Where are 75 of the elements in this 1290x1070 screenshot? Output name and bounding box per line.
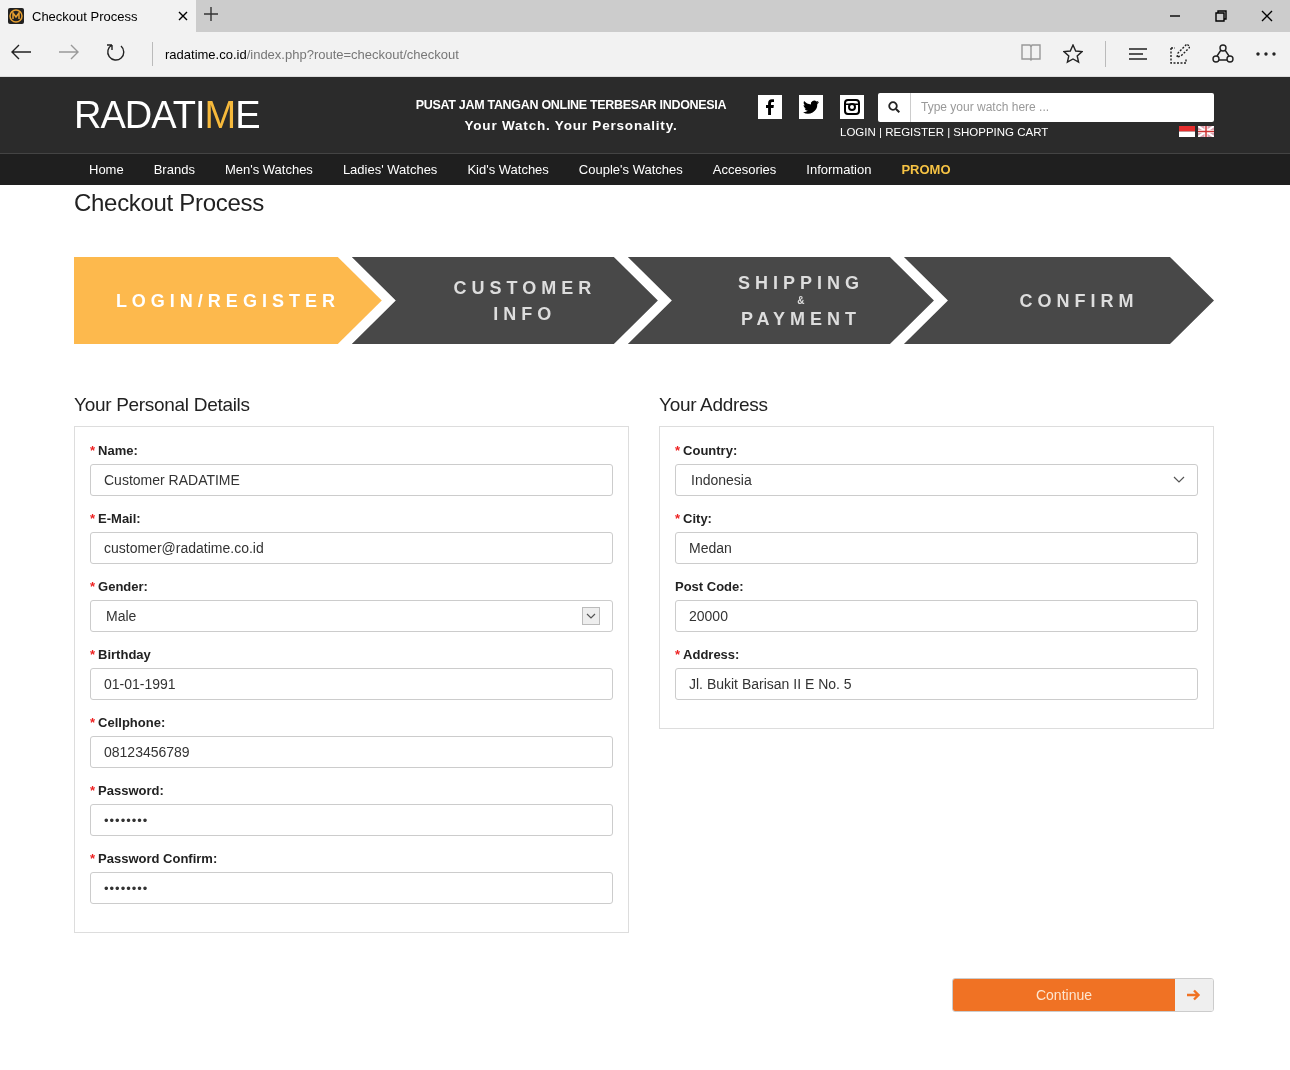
field-label: Post Code: [675,579,744,594]
more-icon[interactable] [1256,51,1276,57]
nav-link[interactable]: Accesories [712,162,777,177]
required-asterisk: * [90,443,96,458]
chevron-down-icon [1173,476,1185,484]
uk-flag-icon[interactable] [1198,126,1214,137]
required-asterisk: * [90,511,96,526]
forward-icon[interactable] [58,43,80,61]
text-field[interactable]: customer@radatime.co.id [90,532,613,564]
gender-select[interactable]: Male [90,600,613,632]
nav-link[interactable]: Men's Watches [224,162,313,177]
pen-icon[interactable] [1170,44,1190,64]
facebook-icon[interactable] [758,95,782,119]
hub-icon[interactable] [1128,46,1148,62]
nav-link[interactable]: Couple's Watches [578,162,683,177]
close-icon[interactable] [1261,10,1273,22]
slogan: Your Watch. Your Personality. [463,117,679,133]
required-asterisk: * [90,647,96,662]
required-asterisk: * [90,715,96,730]
nav-link[interactable]: Home [89,162,124,177]
refresh-icon[interactable] [106,42,126,62]
account-links[interactable]: LOGIN | REGISTER | SHOPPING CART [840,125,1049,138]
text-field[interactable]: Jl. Bukit Barisan II E No. 5 [675,668,1198,700]
share-icon[interactable] [1212,44,1234,64]
site-logo[interactable]: RADATIME [74,93,386,137]
section-title: Your Personal Details [74,394,251,416]
password-field[interactable]: •••••••• [90,804,613,836]
text-field[interactable]: Medan [675,532,1198,564]
field-label: Name: [98,443,138,458]
nav-link[interactable]: Ladies' Watches [342,162,438,177]
password-field[interactable]: •••••••• [90,872,613,904]
text-field[interactable]: Customer RADATIME [90,464,613,496]
close-icon[interactable] [178,11,188,21]
page-title: Checkout Process [74,189,265,218]
field-label: Address: [683,647,740,662]
field-label: Cellphone: [98,715,166,730]
field-label: City: [683,511,712,526]
field-label: Gender: [98,579,148,594]
camera-icon[interactable] [840,95,864,119]
nav-link[interactable]: Brands [153,162,195,177]
search-button[interactable] [878,92,911,122]
nav-link[interactable]: PROMO [901,162,951,177]
restore-icon[interactable] [1215,10,1227,22]
search-icon [888,101,900,113]
plus-icon[interactable] [204,7,218,21]
twitter-icon[interactable] [799,95,823,119]
required-asterisk: * [90,783,96,798]
checkout-step: CONFIRM [903,257,1214,344]
tagline: PUSAT JAM TANGAN ONLINE TERBESAR INDONESIA [414,97,728,112]
field-label: Password Confirm: [98,851,218,866]
text-field[interactable]: 08123456789 [90,736,613,768]
star-icon[interactable] [1063,44,1083,64]
required-asterisk: * [675,443,681,458]
field-label: Birthday [98,647,151,662]
browser-tab[interactable]: Checkout Process [0,0,196,32]
indonesia-flag-icon[interactable] [1179,126,1195,137]
required-asterisk: * [675,647,681,662]
checkout-step: LOGIN/REGISTER [74,257,382,344]
logo-icon [8,8,24,24]
section-title: Your Address [659,394,769,416]
text-field[interactable]: 20000 [675,600,1198,632]
back-icon[interactable] [10,43,32,61]
required-asterisk: * [90,579,96,594]
arrow-right-icon [1187,989,1201,1001]
required-asterisk: * [90,851,96,866]
field-label: Country: [683,443,738,458]
nav-link[interactable]: Kid's Watches [467,162,549,177]
text-field[interactable]: 01-01-1991 [90,668,613,700]
field-label: E-Mail: [98,511,141,526]
required-asterisk: * [675,511,681,526]
search-field[interactable]: Type your watch here ... [911,92,1214,122]
country-select[interactable]: Indonesia [675,464,1198,496]
field-label: Password: [98,783,164,798]
nav-link[interactable]: Information [806,162,872,177]
tab-title: Checkout Process [32,8,139,24]
